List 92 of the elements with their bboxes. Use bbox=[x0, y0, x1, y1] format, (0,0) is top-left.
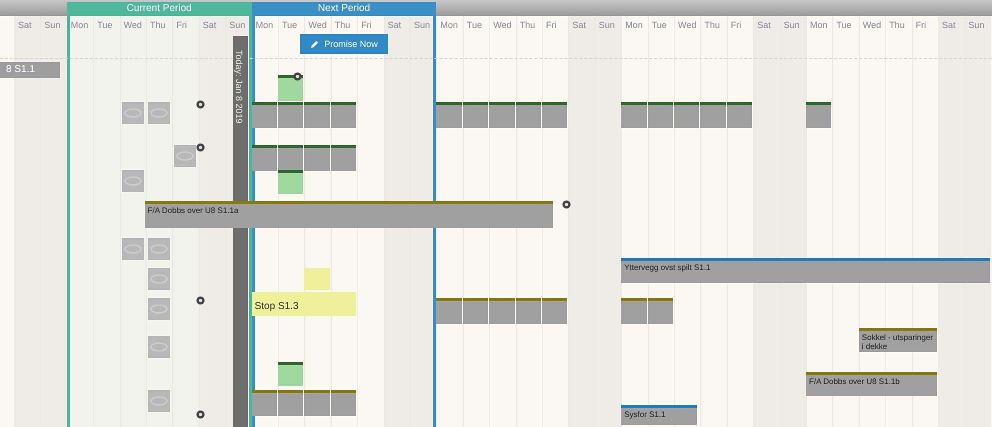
task-bar[interactable] bbox=[462, 102, 488, 128]
link-icon[interactable] bbox=[196, 100, 205, 109]
day-label: Wed bbox=[862, 20, 882, 30]
day-label: Sun bbox=[414, 20, 430, 30]
task-bar[interactable] bbox=[462, 298, 488, 324]
task-thumbnail bbox=[122, 170, 144, 192]
task-bar[interactable] bbox=[648, 102, 673, 128]
day-label: Tue bbox=[466, 20, 482, 30]
task-bar[interactable] bbox=[726, 102, 752, 128]
task-bar[interactable]: Yttervegg ovst spilt S1.1 bbox=[621, 258, 990, 283]
task-bar[interactable] bbox=[542, 102, 568, 128]
day-label: Tue bbox=[282, 20, 298, 30]
day-label: Sat bbox=[572, 20, 586, 30]
day-label: Thu bbox=[150, 20, 166, 30]
task-bar[interactable]: Sokkel - utsparinger i dekke bbox=[858, 328, 937, 352]
day-label: Sun bbox=[44, 20, 60, 30]
day-label: Thu bbox=[704, 20, 720, 30]
day-label: Sat bbox=[18, 20, 32, 30]
link-icon[interactable] bbox=[196, 410, 205, 419]
task-bar[interactable] bbox=[252, 145, 277, 171]
day-label: Fri bbox=[176, 20, 187, 30]
task-bar[interactable] bbox=[700, 102, 726, 128]
day-label: Thu bbox=[334, 20, 350, 30]
note-card[interactable] bbox=[278, 170, 304, 194]
promise-now-button[interactable]: Promise Now bbox=[300, 34, 388, 54]
link-icon[interactable] bbox=[293, 72, 302, 81]
pencil-icon bbox=[310, 40, 320, 48]
task-bar[interactable] bbox=[489, 102, 515, 128]
day-label: Sat bbox=[388, 20, 402, 30]
task-title: Sokkel - utsparinger i dekke bbox=[862, 333, 934, 352]
task-bar[interactable]: F/A Dobbs over U8 S1.1b bbox=[806, 372, 937, 396]
task-thumbnail bbox=[148, 298, 170, 320]
note-card[interactable] bbox=[278, 75, 304, 101]
note-card[interactable]: Stop S1.3 bbox=[252, 292, 356, 316]
task-bar[interactable] bbox=[330, 390, 356, 416]
day-label: Sun bbox=[784, 20, 800, 30]
period-title: Current Period bbox=[66, 2, 252, 16]
task-title: Yttervegg ovst spilt S1.1 bbox=[624, 263, 712, 272]
task-thumbnail bbox=[122, 238, 144, 260]
day-label: Fri bbox=[361, 20, 372, 30]
task-thumbnail bbox=[122, 102, 144, 124]
task-title: F/A Dobbs over U8 S1.1b bbox=[809, 377, 901, 386]
task-bar[interactable]: Sysfor S1.1 bbox=[621, 405, 697, 425]
day-label: Fri bbox=[916, 20, 926, 30]
task-thumbnail bbox=[174, 145, 196, 167]
period-title: Next Period bbox=[252, 2, 436, 16]
day-label: Tue bbox=[836, 20, 852, 30]
task-bar[interactable] bbox=[674, 102, 700, 128]
task-thumbnail bbox=[148, 102, 170, 124]
day-label: Wed bbox=[678, 20, 696, 30]
day-label: Fri bbox=[730, 20, 742, 30]
day-label: Thu bbox=[889, 20, 905, 30]
day-label: Mon bbox=[625, 20, 643, 30]
task-thumbnail bbox=[148, 390, 170, 412]
day-label: Mon bbox=[440, 20, 458, 30]
task-bar[interactable] bbox=[278, 145, 304, 171]
day-label: Sun bbox=[598, 20, 615, 30]
day-label: Sat bbox=[202, 20, 216, 30]
day-label: Tue bbox=[97, 20, 112, 30]
note-card[interactable] bbox=[278, 362, 304, 386]
task-title: Sysfor S1.1 bbox=[624, 410, 667, 420]
task-bar[interactable] bbox=[436, 102, 462, 128]
day-label: Wed bbox=[308, 20, 327, 30]
day-label: Sat bbox=[942, 20, 956, 30]
day-label: Mon bbox=[810, 20, 828, 30]
task-bar[interactable]: F/A Dobbs over U8 S1.1a bbox=[144, 201, 553, 228]
task-thumbnail bbox=[148, 238, 170, 260]
today-label: Today: Jan 8 2019 bbox=[234, 50, 244, 124]
day-label: Sun bbox=[229, 20, 246, 30]
task-bar[interactable] bbox=[330, 102, 356, 128]
task-bar[interactable] bbox=[330, 145, 356, 171]
link-icon[interactable] bbox=[196, 143, 205, 152]
task-bar[interactable] bbox=[304, 145, 330, 171]
day-label: Wed bbox=[493, 20, 512, 30]
row-label: 8 S1.1 bbox=[0, 62, 60, 78]
task-bar[interactable] bbox=[806, 102, 832, 128]
day-label: Tue bbox=[652, 20, 667, 30]
note-title: Stop S1.3 bbox=[254, 301, 299, 312]
day-label: Fri bbox=[546, 20, 556, 30]
day-label: Wed bbox=[124, 20, 142, 30]
task-title: F/A Dobbs over U8 S1.1a bbox=[148, 206, 240, 216]
link-icon[interactable] bbox=[196, 296, 205, 305]
task-bar[interactable] bbox=[621, 102, 647, 128]
day-label: Mon bbox=[70, 20, 88, 30]
task-bar[interactable] bbox=[516, 102, 541, 128]
day-label: Sat bbox=[757, 20, 771, 30]
link-icon[interactable] bbox=[562, 200, 571, 209]
task-thumbnail bbox=[148, 336, 170, 358]
task-thumbnail bbox=[148, 268, 170, 290]
day-label: Mon bbox=[256, 20, 274, 30]
day-label: Sun bbox=[968, 20, 984, 30]
day-label: Thu bbox=[520, 20, 536, 30]
